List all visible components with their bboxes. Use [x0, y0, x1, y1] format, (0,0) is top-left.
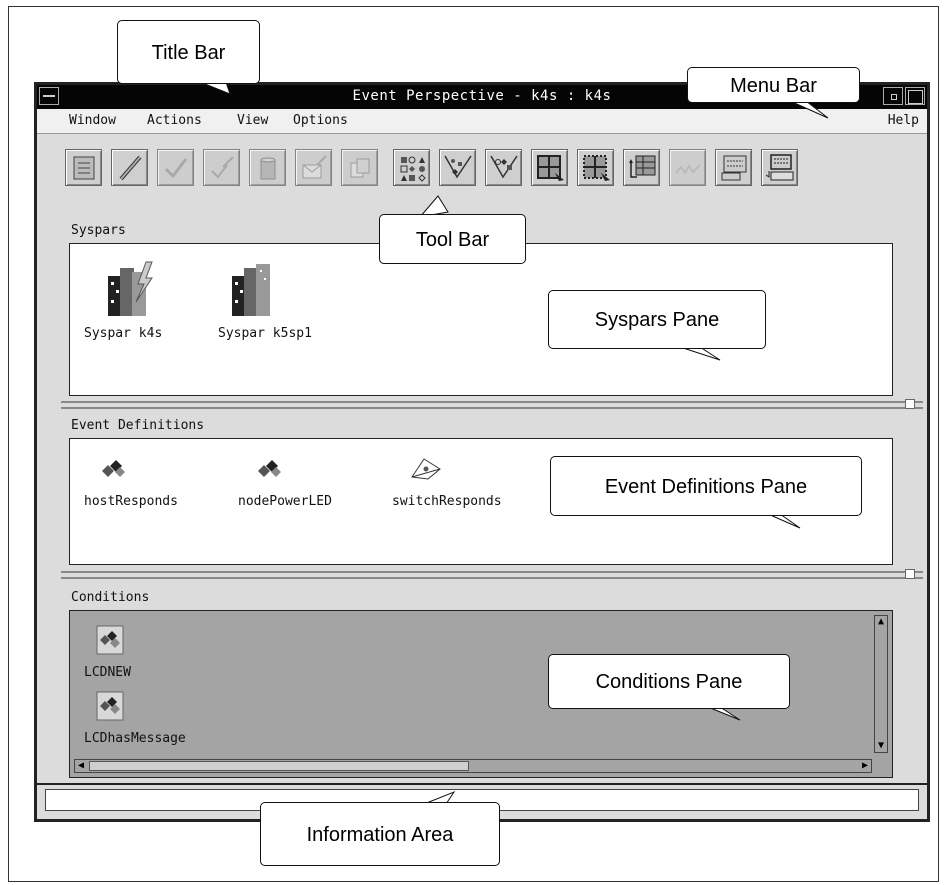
sash-handle[interactable]	[905, 569, 915, 579]
check-icon[interactable]	[157, 149, 194, 186]
callout-text: Tool Bar	[415, 229, 490, 251]
condition-label: LCDNEW	[84, 665, 131, 680]
maximize-button[interactable]	[905, 87, 925, 105]
shapes-grid-icon[interactable]	[393, 149, 430, 186]
scroll-up-icon[interactable]: ▲	[875, 616, 887, 628]
callout-conditions-pane: Conditions Pane	[548, 654, 790, 709]
signature-icon[interactable]	[669, 149, 706, 186]
event-definition-label: hostResponds	[84, 494, 178, 509]
check-pencil-icon[interactable]	[203, 149, 240, 186]
callout-tool-bar: Tool Bar	[379, 214, 526, 264]
conditions-pane-label: Conditions	[71, 590, 150, 605]
event-diamonds-icon	[102, 460, 125, 477]
event-definition-hostresponds[interactable]	[100, 457, 130, 485]
event-definition-switchresponds[interactable]	[410, 455, 444, 485]
callout-syspars-pane: Syspars Pane	[548, 290, 766, 349]
pencil-icon[interactable]	[111, 149, 148, 186]
minimize-button[interactable]	[883, 87, 903, 105]
building-lightning-icon	[108, 261, 153, 316]
condition-diamonds-icon	[96, 625, 124, 655]
syspar-k5sp1[interactable]	[228, 260, 308, 320]
callout-text: Event Definitions Pane	[604, 476, 808, 498]
event-perspective-window: Event Perspective - k4s : k4s Window Act…	[34, 82, 930, 822]
event-definition-label: switchResponds	[392, 494, 502, 509]
callout-menu-bar: Menu Bar	[687, 67, 860, 103]
scroll-right-icon[interactable]: ▶	[859, 760, 871, 772]
callout-text: Conditions Pane	[595, 671, 743, 693]
duplicate-icon[interactable]	[341, 149, 378, 186]
funnel-shapes-icon[interactable]	[485, 149, 522, 186]
vertical-scroll-thumb[interactable]	[876, 630, 886, 730]
menu-options[interactable]: Options	[293, 113, 348, 128]
horizontal-scroll-thumb[interactable]	[89, 761, 469, 771]
callout-text: Syspars Pane	[594, 309, 720, 331]
horizontal-scrollbar[interactable]: ◀ ▶	[74, 759, 872, 773]
callout-text: Title Bar	[151, 42, 226, 64]
trash-can-icon[interactable]	[249, 149, 286, 186]
grid-dotted-select-icon[interactable]	[577, 149, 614, 186]
callout-event-definitions-pane: Event Definitions Pane	[550, 456, 862, 516]
tool-bar	[37, 135, 927, 201]
minimize-icon	[891, 94, 897, 100]
sash-handle[interactable]	[905, 399, 915, 409]
menu-window[interactable]: Window	[69, 113, 116, 128]
vertical-scrollbar[interactable]: ▲ ▼	[874, 615, 888, 753]
event-diamonds-icon	[258, 460, 281, 477]
event-definitions-pane-label: Event Definitions	[71, 418, 205, 433]
syspars-pane-label: Syspars	[71, 223, 126, 238]
terminal-icon[interactable]	[761, 149, 798, 186]
table-sort-icon[interactable]	[623, 149, 660, 186]
condition-lcdnew[interactable]	[96, 625, 124, 659]
syspar-label: Syspar k5sp1	[218, 326, 312, 341]
event-definition-nodepowerled[interactable]	[256, 457, 286, 485]
notebook-icon[interactable]	[65, 149, 102, 186]
pane-sash-2[interactable]	[61, 569, 923, 579]
callout-information-area: Information Area	[260, 802, 500, 866]
condition-lcdhasmessage[interactable]	[96, 691, 124, 725]
scroll-down-icon[interactable]: ▼	[875, 740, 887, 752]
syspar-label: Syspar k4s	[84, 326, 163, 341]
grid-select-icon[interactable]	[531, 149, 568, 186]
menu-view[interactable]: View	[237, 113, 268, 128]
list-view-icon[interactable]	[715, 149, 752, 186]
menu-actions[interactable]: Actions	[147, 113, 202, 128]
condition-diamonds-icon	[96, 691, 124, 721]
filter-funnel-icon[interactable]	[439, 149, 476, 186]
condition-label: LCDhasMessage	[84, 731, 186, 746]
callout-text: Information Area	[306, 824, 454, 846]
menu-bar: Window Actions View Options Help	[37, 109, 927, 134]
building-icon	[232, 264, 270, 316]
callout-text: Menu Bar	[730, 75, 817, 97]
maximize-icon	[908, 90, 923, 104]
event-definition-label: nodePowerLED	[238, 494, 332, 509]
scroll-left-icon[interactable]: ◀	[75, 760, 87, 772]
envelope-pencil-icon[interactable]	[295, 149, 332, 186]
callout-title-bar: Title Bar	[117, 20, 260, 84]
syspar-k4s[interactable]	[94, 260, 174, 320]
menu-help[interactable]: Help	[888, 113, 919, 128]
pane-sash-1[interactable]	[61, 399, 923, 409]
envelope-icon	[411, 458, 441, 480]
syspars-pane: Syspar k4s Syspar k5sp1	[69, 243, 893, 396]
